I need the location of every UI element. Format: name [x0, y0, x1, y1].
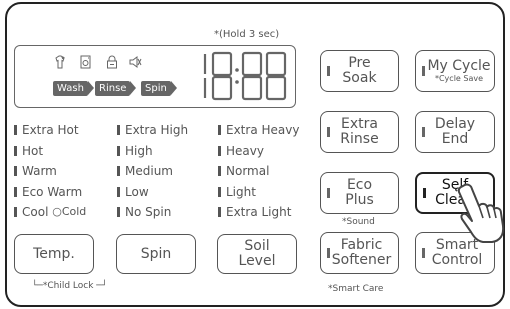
spin-button[interactable]: Spin [116, 234, 196, 274]
soil-option: Extra Heavy [218, 120, 299, 141]
temp-option: Hot [14, 141, 86, 162]
sound-note: *Sound [342, 217, 375, 227]
temp-option: Extra Hot [14, 120, 86, 141]
cold-label: ○Cold [52, 205, 87, 218]
lcd-display: Wash Rinse Spin [14, 45, 296, 108]
temp-options: Extra Hot Hot Warm Eco Warm Cool ○Cold [14, 120, 86, 223]
time-digits [203, 51, 287, 101]
shirt-star-icon [55, 55, 65, 69]
mute-icon [129, 56, 142, 68]
rinse-indicator: Rinse [95, 81, 137, 96]
wash-indicator: Wash [53, 81, 94, 96]
soil-option: Extra Light [218, 202, 299, 223]
extra-rinse-button[interactable]: Extra Rinse [320, 111, 399, 153]
soil-level-button[interactable]: Soil Level [217, 234, 297, 274]
pre-soak-button[interactable]: Pre Soak [320, 50, 399, 92]
door-icon [80, 55, 91, 69]
pointing-hand-icon [455, 183, 505, 243]
spin-option: High [117, 141, 188, 162]
temp-option: Cool ○Cold [14, 202, 86, 223]
soil-option: Normal [218, 161, 299, 182]
spin-option: Low [117, 182, 188, 203]
spin-options: Extra High High Medium Low No Spin [117, 120, 188, 223]
spin-option: Extra High [117, 120, 188, 141]
child-lock-note: └─*Child Lock ─┘ [32, 281, 108, 291]
spin-indicator: Spin [141, 81, 177, 96]
temp-option: Warm [14, 161, 86, 182]
my-cycle-button[interactable]: My Cycle *Cycle Save [415, 50, 495, 92]
soil-option: Light [218, 182, 299, 203]
fabric-softener-button[interactable]: Fabric Softener [320, 232, 399, 274]
lock-icon [107, 55, 117, 69]
delay-end-button[interactable]: Delay End [415, 111, 495, 153]
spin-option: Medium [117, 161, 188, 182]
hold-note: *(Hold 3 sec) [214, 29, 280, 40]
eco-plus-button[interactable]: Eco Plus [320, 172, 399, 214]
soil-options: Extra Heavy Heavy Normal Light Extra Lig… [218, 120, 299, 223]
soil-option: Heavy [218, 141, 299, 162]
temp-button[interactable]: Temp. [14, 234, 94, 274]
smart-care-note: *Smart Care [328, 284, 384, 294]
temp-option: Eco Warm [14, 182, 86, 203]
spin-option: No Spin [117, 202, 188, 223]
